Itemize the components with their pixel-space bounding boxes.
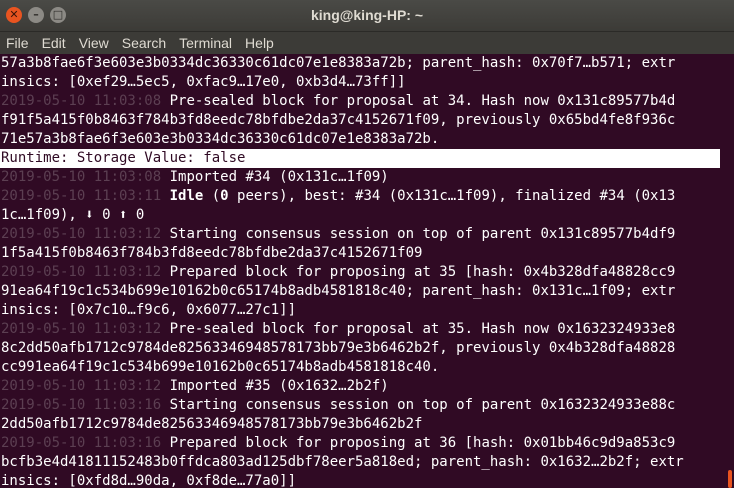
terminal-line: 71e57a3b8fae6f3e603e3b0334dc36330c61dc07… [0,130,720,149]
log-timestamp: 2019-05-10 11:03:12 [1,321,162,337]
log-peer-count: 0 [220,188,229,204]
terminal-line: Runtime: Storage Value: false [0,149,720,168]
log-message: Starting consensus session on top of par… [161,397,676,413]
log-message: f91f5a415f0b8463f784b3fd8eedc78bfdbe2da3… [1,112,676,128]
log-message: insics: [0xef29…5ec5, 0xfac9…17e0, 0xb3d… [1,74,406,90]
log-timestamp: 2019-05-10 11:03:16 [1,397,162,413]
log-timestamp: 2019-05-10 11:03:11 [1,188,162,204]
terminal-line: 91ea64f19c1c534b699e10162b0c65174b8adb45… [0,282,720,301]
log-message: Imported #34 (0x131c…1f09) [161,169,389,185]
log-timestamp: 2019-05-10 11:03:08 [1,93,162,109]
log-message: bcfb3e4d41811152483b0ffdca803ad125dbf78e… [1,454,684,470]
log-message: Runtime: Storage Value: false [1,150,246,166]
terminal-line: 2019-05-10 11:03:12 Prepared block for p… [0,263,720,282]
terminal-line: 2019-05-10 11:03:12 Starting consensus s… [0,225,720,244]
log-timestamp: 2019-05-10 11:03:08 [1,169,162,185]
log-message [161,188,169,204]
log-message: Pre-sealed block for proposal at 35. Has… [161,321,676,337]
menu-view[interactable]: View [73,35,116,51]
menu-bar: File Edit View Search Terminal Help [0,32,734,54]
log-message: 2dd50afb1712c9784de82563346948578173bb79… [1,416,423,432]
terminal-line: 2019-05-10 11:03:12 Pre-sealed block for… [0,320,720,339]
terminal-line: 2019-05-10 11:03:12 Imported #35 (0x1632… [0,377,720,396]
log-message: Prepared block for proposing at 36 [hash… [161,435,676,451]
terminal-line: 2dd50afb1712c9784de82563346948578173bb79… [0,415,720,434]
log-message: Pre-sealed block for proposal at 34. Has… [161,93,676,109]
terminal-line: 2019-05-10 11:03:16 Prepared block for p… [0,434,720,453]
terminal-line: 2019-05-10 11:03:08 Imported #34 (0x131c… [0,168,720,187]
menu-search[interactable]: Search [116,35,173,51]
terminal-line: 2019-05-10 11:03:11 Idle (0 peers), best… [0,187,720,206]
log-message: 8c2dd50afb1712c9784de82563346948578173bb… [1,340,676,356]
window-title: king@king-HP: ~ [310,7,424,23]
log-message: 91ea64f19c1c534b699e10162b0c65174b8adb45… [1,283,676,299]
log-message: 1f5a415f0b8463f784b3fd8eedc78bfdbe2da37c… [1,245,423,261]
log-message: ( [203,188,221,204]
terminal-line: f91f5a415f0b8463f784b3fd8eedc78bfdbe2da3… [0,111,720,130]
log-status: Idle [169,188,204,204]
log-timestamp: 2019-05-10 11:03:16 [1,435,162,451]
terminal-line: 2019-05-10 11:03:16 Starting consensus s… [0,396,720,415]
log-message: 57a3b8fae6f3e603e3b0334dc36330c61dc07e1e… [1,55,676,71]
terminal-line: 57a3b8fae6f3e603e3b0334dc36330c61dc07e1e… [0,54,720,73]
log-message: Prepared block for proposing at 35 [hash… [161,264,676,280]
log-message: 1c…1f09), ⬇ 0 ⬆ 0 [1,207,145,223]
terminal-line: 8c2dd50afb1712c9784de82563346948578173bb… [0,339,720,358]
terminal-line: cc991ea64f19c1c534b699e10162b0c65174b8ad… [0,358,720,377]
title-bar: ✕ – □ king@king-HP: ~ [0,0,734,32]
log-message: insics: [0x7c10…f9c6, 0x6077…27c1]] [1,302,297,318]
log-message: cc991ea64f19c1c534b699e10162b0c65174b8ad… [1,359,440,375]
menu-help[interactable]: Help [239,35,281,51]
terminal-output[interactable]: 57a3b8fae6f3e603e3b0334dc36330c61dc07e1e… [0,54,720,488]
terminal-line: insics: [0xfd8d…90da, 0xf8de…77a0]] [0,472,720,488]
terminal-line: 1f5a415f0b8463f784b3fd8eedc78bfdbe2da37c… [0,244,720,263]
terminal-line: 2019-05-10 11:03:08 Pre-sealed block for… [0,92,720,111]
menu-edit[interactable]: Edit [36,35,73,51]
terminal-line: 1c…1f09), ⬇ 0 ⬆ 0 [0,206,720,225]
menu-terminal[interactable]: Terminal [173,35,239,51]
log-timestamp: 2019-05-10 11:03:12 [1,264,162,280]
scrollbar[interactable] [720,54,734,488]
log-message: Starting consensus session on top of par… [161,226,676,242]
log-timestamp: 2019-05-10 11:03:12 [1,226,162,242]
log-message: insics: [0xfd8d…90da, 0xf8de…77a0]] [1,473,297,488]
terminal-line: insics: [0x7c10…f9c6, 0x6077…27c1]] [0,301,720,320]
scrollbar-thumb[interactable] [728,470,732,488]
log-message: peers), best: #34 (0x131c…1f09), finaliz… [228,188,676,204]
log-timestamp: 2019-05-10 11:03:12 [1,378,162,394]
log-message: 71e57a3b8fae6f3e603e3b0334dc36330c61dc07… [1,131,440,147]
terminal-line: insics: [0xef29…5ec5, 0xfac9…17e0, 0xb3d… [0,73,720,92]
log-message: Imported #35 (0x1632…2b2f) [161,378,389,394]
terminal-line: bcfb3e4d41811152483b0ffdca803ad125dbf78e… [0,453,720,472]
menu-file[interactable]: File [0,35,36,51]
